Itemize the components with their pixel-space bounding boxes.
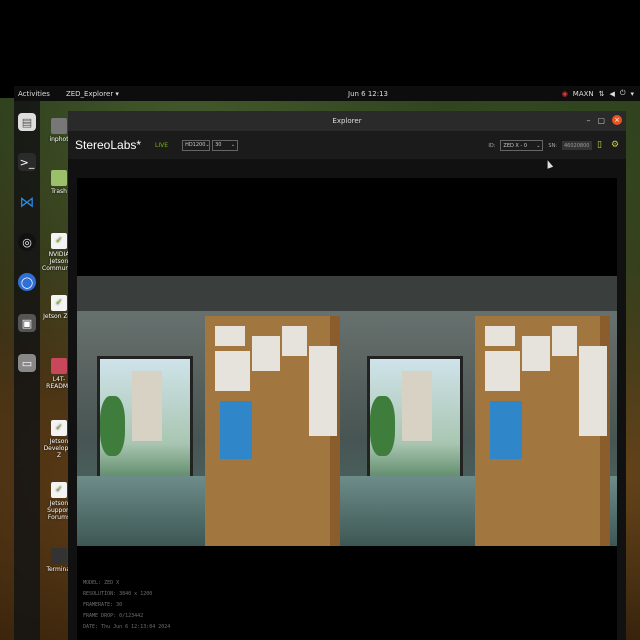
left-camera-view <box>77 276 347 546</box>
settings-gear-icon[interactable]: ⚙ <box>611 141 620 150</box>
camera-info-overlay: MODEL: ZED X RESOLUTION: 3840 x 1200 FRA… <box>83 578 170 633</box>
close-icon[interactable]: × <box>612 115 622 125</box>
explorer-window: Explorer – ▢ × StereoLabs* LIVE HD1200 ⌄… <box>68 111 626 640</box>
camera-id-label: ID: <box>488 142 496 149</box>
volume-icon[interactable]: ◀ <box>610 90 615 98</box>
info-framerate: FRAMERATE: 30 <box>83 602 123 608</box>
fps-value: 30 <box>215 142 222 148</box>
dock: ▤ >_ ⋈ ◎ ◯ ▣ ▭ <box>14 101 40 640</box>
serial-number-label: SN: <box>548 142 557 149</box>
network-icon[interactable]: ⇅ <box>599 90 605 98</box>
system-tray[interactable]: ◉ MAXN ⇅ ◀ ⏻ ▾ <box>562 89 634 98</box>
app-menu[interactable]: ZED_Explorer ▾ <box>66 90 119 98</box>
record-icon[interactable]: ▯ <box>597 141 606 150</box>
desktop-icon-label: inphot <box>49 136 69 143</box>
folder-icon <box>51 118 67 134</box>
resolution-select[interactable]: HD1200 ⌄ <box>182 139 211 151</box>
info-resolution: RESOLUTION: 3840 x 1200 <box>83 591 153 597</box>
trash-icon <box>51 170 67 186</box>
live-indicator: LIVE <box>155 141 169 149</box>
nvidia-icon[interactable]: ◉ <box>562 90 568 98</box>
nvidia-icon: ✓ <box>51 233 67 249</box>
app-toolbar: StereoLabs* LIVE HD1200 ⌄ 30 ⌄ ID: ZED X… <box>68 131 626 159</box>
window-title: Explorer <box>332 117 362 125</box>
drive-icon[interactable]: ▭ <box>18 354 36 372</box>
vscode-icon[interactable]: ⋈ <box>18 193 36 211</box>
fps-select[interactable]: 30 ⌄ <box>212 139 239 151</box>
serial-number-field[interactable]: 46020800 <box>562 141 592 150</box>
camera-id-select[interactable]: ZED X - 0 ⌄ <box>500 140 544 151</box>
video-display: MODEL: ZED X RESOLUTION: 3840 x 1200 FRA… <box>77 178 617 640</box>
desktop-icon-label: Trash <box>51 188 67 195</box>
maximize-icon[interactable]: ▢ <box>597 116 605 125</box>
stereo-feed <box>77 276 617 546</box>
camera-id-value: ZED X - 0 <box>503 142 528 149</box>
power-mode-label[interactable]: MAXN <box>573 90 594 98</box>
activities-button[interactable]: Activities <box>18 90 50 98</box>
chevron-down-icon: ⌄ <box>230 142 236 148</box>
chevron-down-icon: ⌄ <box>205 142 210 148</box>
drive-icon <box>51 358 67 374</box>
resolution-value: HD1200 <box>185 142 206 148</box>
info-frame-drop: FRAME DROP: 0/123442 <box>83 613 144 619</box>
obs-icon[interactable]: ◎ <box>18 233 36 251</box>
system-top-bar: Activities ZED_Explorer ▾ Jun 6 12:13 ◉ … <box>14 86 640 101</box>
power-icon[interactable]: ⏻ <box>620 89 626 98</box>
chevron-down-icon: ⌄ <box>536 142 541 149</box>
stereolabs-logo: StereoLabs* <box>75 138 142 152</box>
zed-explorer-icon[interactable]: ▣ <box>18 314 36 332</box>
nvidia-icon: ✓ <box>51 295 67 311</box>
right-camera-view <box>347 276 617 546</box>
terminal-icon[interactable]: >_ <box>18 153 36 171</box>
terminal-icon <box>51 548 67 564</box>
window-titlebar[interactable]: Explorer – ▢ × <box>68 111 626 131</box>
files-icon[interactable]: ▤ <box>18 113 36 131</box>
minimize-icon[interactable]: – <box>586 116 590 125</box>
nvidia-icon: ✓ <box>51 420 67 436</box>
info-model: MODEL: ZED X <box>83 580 120 586</box>
nvidia-icon: ✓ <box>51 482 67 498</box>
chromium-icon[interactable]: ◯ <box>18 273 36 291</box>
chevron-down-icon[interactable]: ▾ <box>630 90 634 98</box>
info-date: DATE: Thu Jun 6 12:13:04 2024 <box>83 624 171 630</box>
clock[interactable]: Jun 6 12:13 <box>348 90 388 98</box>
